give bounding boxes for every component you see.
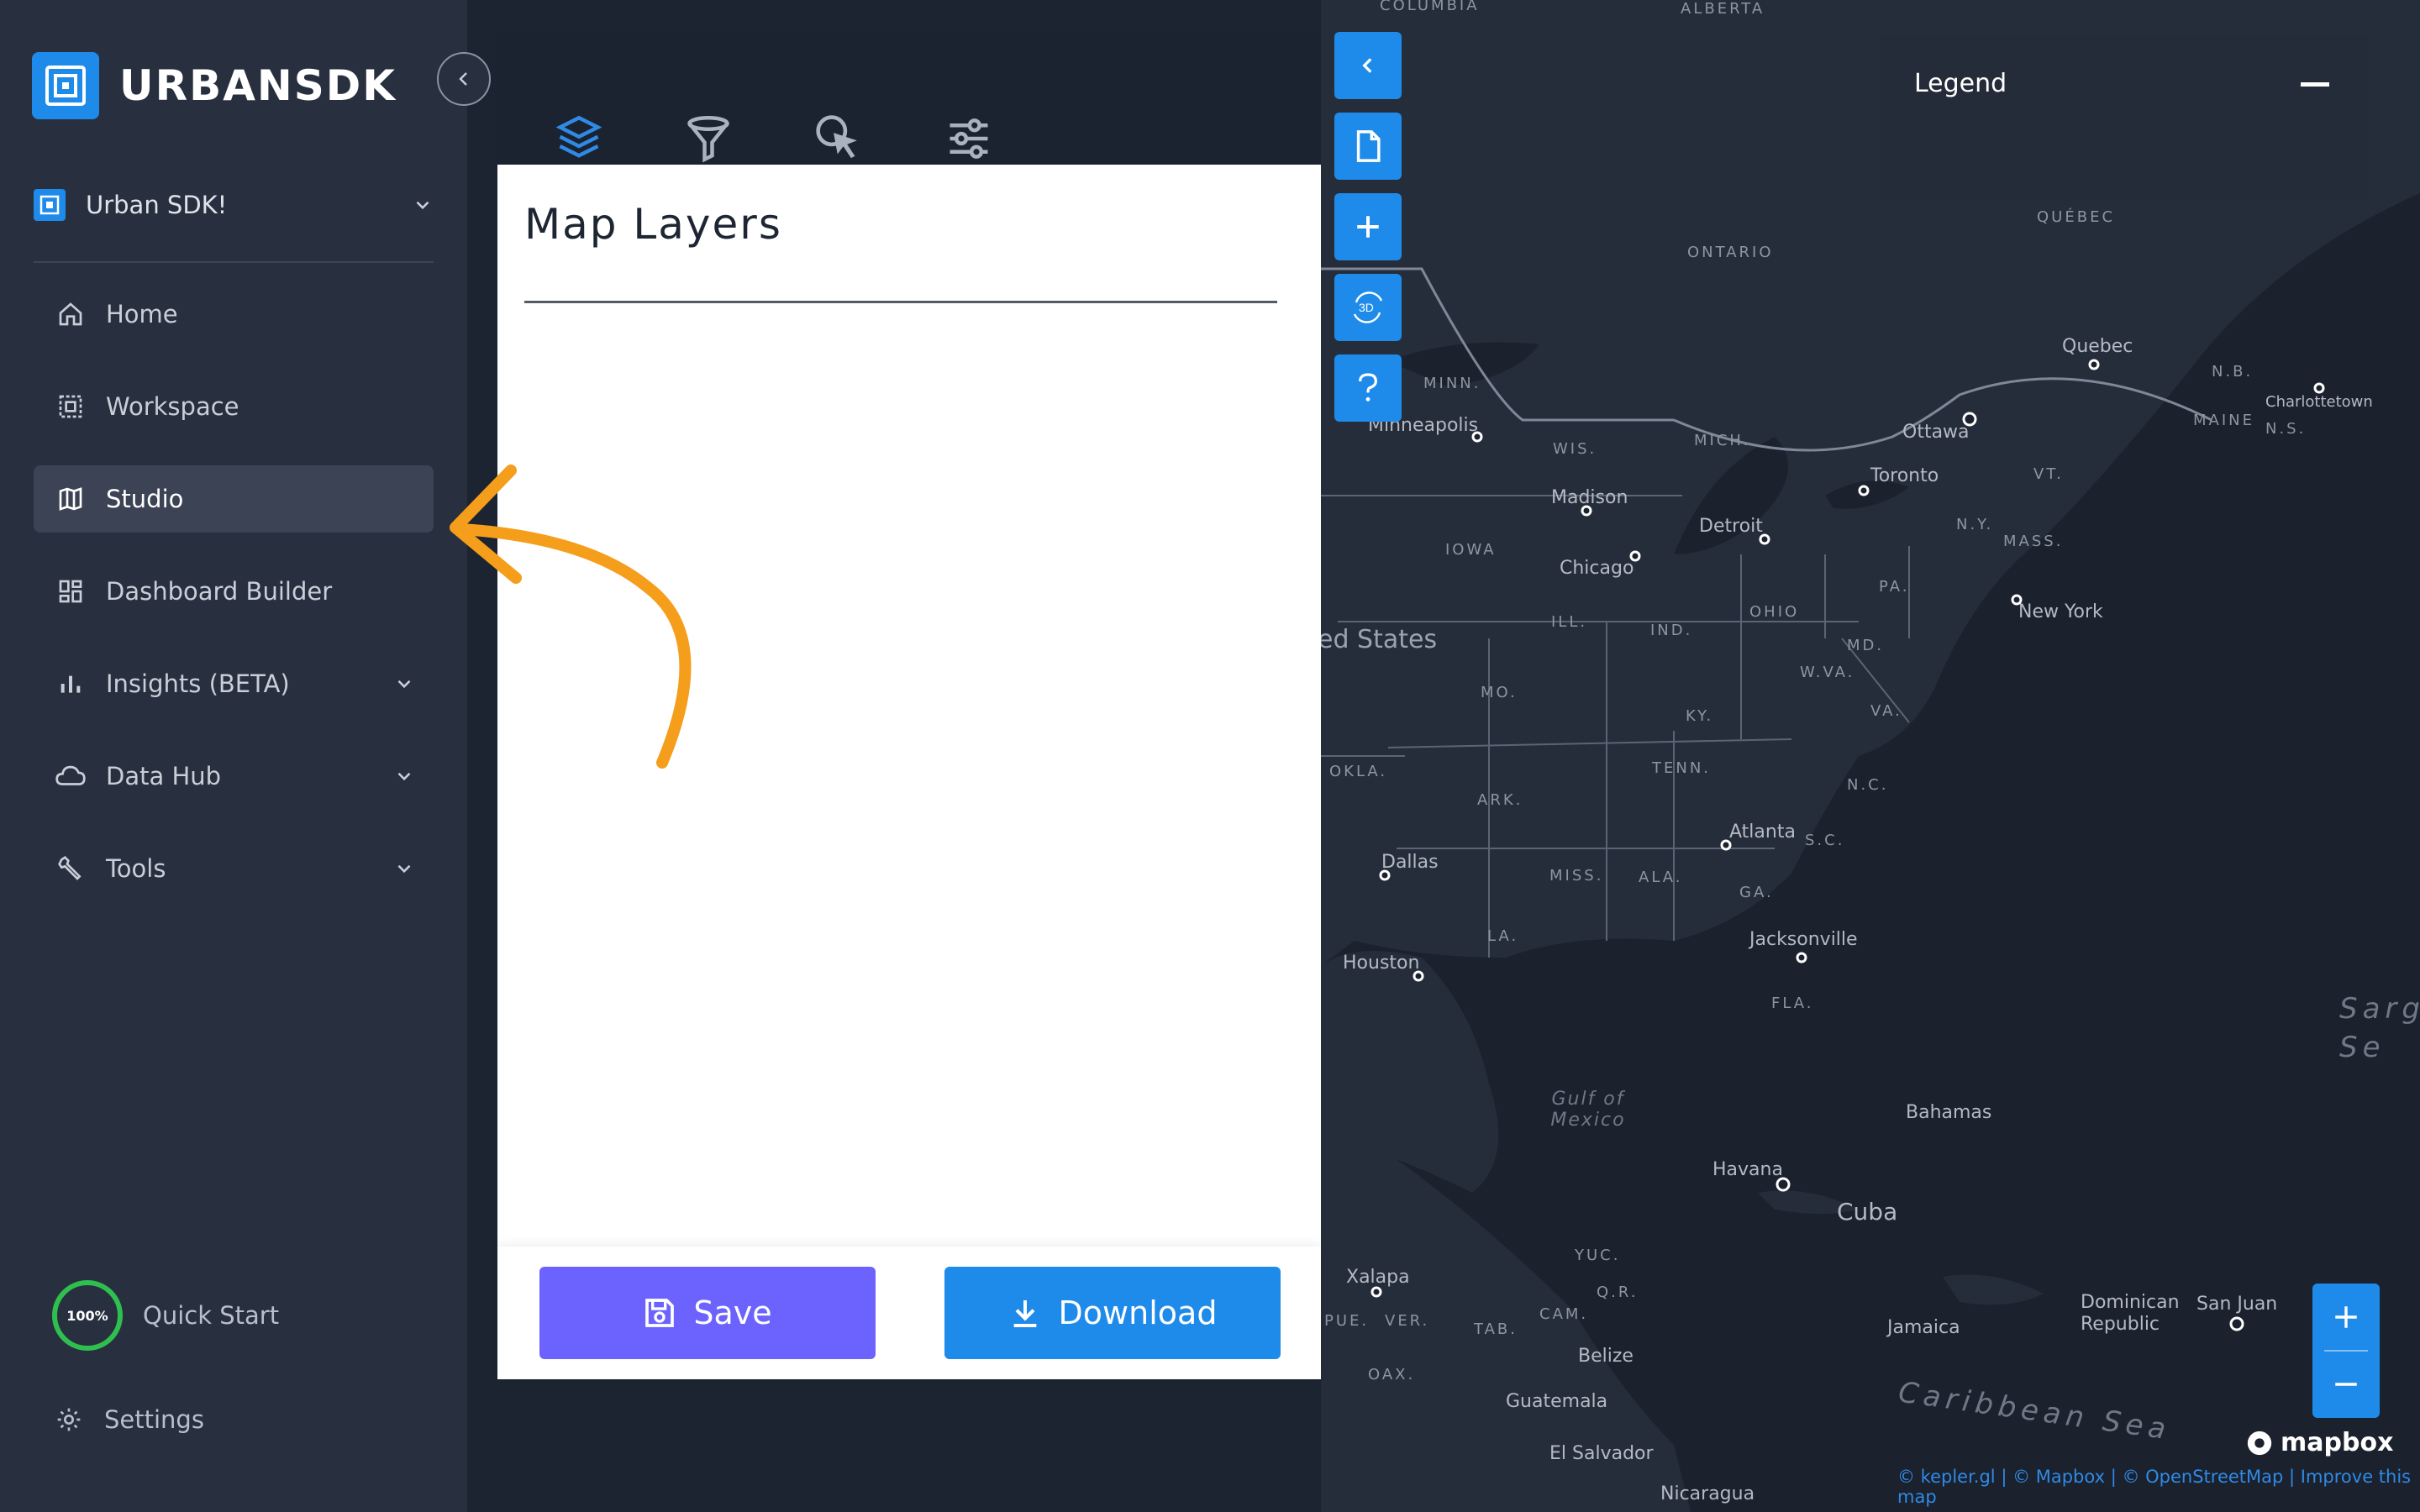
legend-title: Legend (1914, 69, 2007, 98)
collapse-panel-button[interactable] (1334, 32, 1402, 99)
save-button[interactable]: Save (539, 1267, 876, 1359)
chevron-down-icon (397, 772, 411, 781)
question-icon (1359, 373, 1377, 402)
urbansdk-logo-icon (32, 52, 99, 119)
map-attribution[interactable]: © kepler.gl | © Mapbox | © OpenStreetMap… (1897, 1467, 2420, 1507)
sidebar-collapse-button[interactable] (437, 52, 491, 106)
sidebar-item-label: Workspace (106, 392, 239, 421)
download-label: Download (1058, 1294, 1218, 1331)
filter-icon (687, 116, 729, 163)
add-button[interactable] (1334, 193, 1402, 260)
plus-icon (2335, 1306, 2357, 1328)
panel-footer: Save Download (497, 1247, 1321, 1379)
chevron-down-icon (397, 864, 411, 874)
brand[interactable]: URBANSDK (32, 52, 397, 119)
sidebar-item-label: Studio (106, 485, 184, 513)
map-toolbar: 3D (1334, 32, 1402, 435)
sidebar-item-label: Insights (BETA) (106, 669, 290, 698)
sidebar-item-label: Home (106, 300, 178, 328)
org-name: Urban SDK! (86, 191, 228, 219)
sliders-icon (950, 118, 988, 159)
sidebar-item-home[interactable]: Home (34, 281, 434, 348)
document-icon (1356, 130, 1381, 162)
sidebar-item-dashboard-builder[interactable]: Dashboard Builder (34, 558, 434, 625)
floppy-icon (645, 1299, 675, 1327)
zoom-in-button[interactable] (2312, 1284, 2380, 1351)
sidebar-item-label: Data Hub (106, 762, 222, 790)
wrench-icon (54, 852, 87, 885)
settings-button[interactable]: Settings (52, 1403, 204, 1436)
workspace-icon (54, 390, 87, 423)
org-logo-icon (34, 189, 66, 221)
sidebar-item-label: Dashboard Builder (106, 577, 333, 606)
plus-icon (1357, 216, 1379, 238)
brand-name: URBANSDK (119, 61, 397, 110)
annotation-arrow (450, 465, 692, 769)
help-button[interactable] (1334, 354, 1402, 422)
dashboard-icon (54, 575, 87, 608)
cloud-icon (54, 759, 87, 793)
sidebar: URBANSDK Urban SDK! Home Workspace Studi… (0, 0, 467, 1512)
svg-text:3D: 3D (1359, 301, 1374, 314)
legend-panel: Legend (1881, 35, 2370, 202)
3d-toggle-button[interactable]: 3D (1334, 274, 1402, 341)
zoom-control (2312, 1284, 2380, 1418)
download-button[interactable]: Download (944, 1267, 1281, 1359)
download-icon (1013, 1300, 1036, 1327)
mapbox-text: mapbox (2281, 1428, 2394, 1457)
map-icon (54, 482, 87, 516)
home-icon (54, 297, 87, 331)
bar-chart-icon (54, 667, 87, 701)
chevron-left-icon (459, 72, 467, 86)
chevron-down-icon (416, 201, 429, 210)
save-label: Save (693, 1294, 772, 1331)
mapbox-logo: mapbox (2245, 1428, 2393, 1457)
quick-start-label: Quick Start (143, 1301, 280, 1330)
org-selector[interactable]: Urban SDK! (34, 178, 434, 232)
3d-icon: 3D (1353, 291, 1383, 323)
minus-icon (2335, 1383, 2357, 1386)
zoom-separator (2324, 1350, 2368, 1352)
sidebar-item-insights[interactable]: Insights (BETA) (34, 650, 434, 717)
panel-title: Map Layers (524, 200, 782, 249)
quick-start-button[interactable]: 100% Quick Start (52, 1280, 279, 1351)
sidebar-item-studio[interactable]: Studio (34, 465, 434, 533)
sidebar-item-label: Tools (106, 854, 166, 883)
document-button[interactable] (1334, 113, 1402, 180)
panel-tabs (497, 32, 1321, 195)
chevron-left-icon (1362, 58, 1372, 73)
cursor-icon (816, 115, 857, 159)
quick-start-progress: 100% (52, 1280, 123, 1351)
sidebar-item-workspace[interactable]: Workspace (34, 373, 434, 440)
map-canvas[interactable]: ALBERTA COLUMBIA ONTARIO QUÉBEC Quebec O… (1318, 0, 2420, 1512)
legend-minimize-button[interactable] (2301, 82, 2329, 87)
app-window: ALBERTA COLUMBIA ONTARIO QUÉBEC Quebec O… (0, 0, 2420, 1512)
sidebar-item-data-hub[interactable]: Data Hub (34, 743, 434, 810)
mapbox-icon (2247, 1431, 2272, 1455)
gear-icon (52, 1403, 86, 1436)
sidebar-nav: Home Workspace Studio Dashboard Builder … (34, 281, 434, 927)
sidebar-divider (34, 261, 434, 263)
chevron-down-icon (397, 680, 411, 689)
zoom-out-button[interactable] (2312, 1351, 2380, 1418)
panel-divider (524, 301, 1277, 303)
city-markers (1370, 359, 2325, 1331)
layers-icon (556, 115, 602, 158)
settings-label: Settings (104, 1405, 204, 1434)
sidebar-item-tools[interactable]: Tools (34, 835, 434, 902)
